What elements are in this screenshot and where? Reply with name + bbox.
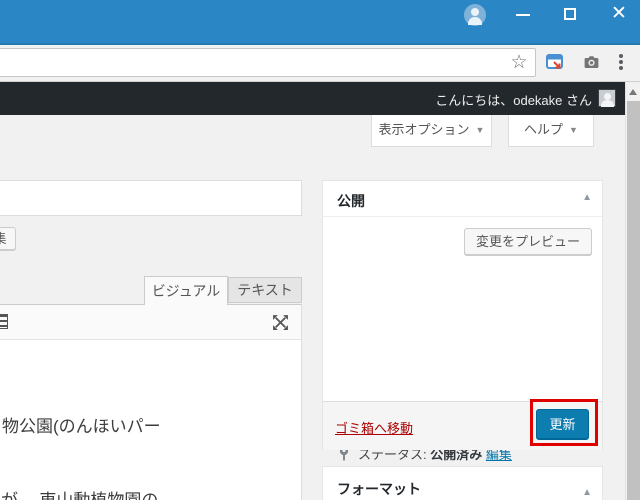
- collapse-triangle-icon[interactable]: ▲: [582, 192, 592, 203]
- publish-panel-title: 公開: [337, 193, 365, 209]
- profile-icon-head: [471, 8, 479, 16]
- scrollbar-up-arrow-icon[interactable]: [629, 89, 637, 95]
- tab-visual[interactable]: ビジュアル: [144, 276, 228, 305]
- collapse-triangle-icon[interactable]: ▲: [582, 487, 592, 498]
- editor-text-line: たが、 東山動植物園の: [0, 486, 158, 500]
- publish-panel-header[interactable]: 公開 ▲: [323, 181, 602, 217]
- os-titlebar: ✕: [0, 0, 640, 45]
- close-button[interactable]: ✕: [608, 3, 630, 25]
- fullscreen-expand-icon[interactable]: [272, 314, 289, 331]
- permalink-edit-button[interactable]: 集: [0, 227, 16, 250]
- format-panel: フォーマット ▲: [322, 466, 603, 500]
- chevron-down-icon: ▼: [475, 125, 485, 135]
- avatar-head: [604, 93, 611, 100]
- screen: ✕ ☆ こんにちは、odekake さん 表示オプション ▼ ヘルプ ▼ ビジュ…: [0, 0, 640, 500]
- chevron-down-icon: ▼: [569, 125, 578, 135]
- page-scrollbar[interactable]: [625, 82, 640, 500]
- address-bar[interactable]: ☆: [0, 48, 536, 77]
- editor-text-line: 物公園(のんほいパー: [2, 417, 161, 436]
- profile-icon-body: [468, 17, 482, 25]
- browser-menu-icon[interactable]: [618, 54, 624, 72]
- help-label: ヘルプ: [524, 122, 564, 137]
- update-button[interactable]: 更新: [536, 409, 589, 440]
- scrollbar-thumb[interactable]: [627, 101, 640, 500]
- post-title-input[interactable]: [0, 180, 302, 216]
- extension-icon[interactable]: [546, 54, 563, 71]
- move-to-trash-link[interactable]: ゴミ箱へ移動: [335, 418, 413, 437]
- wp-admin-bar: こんにちは、odekake さん: [0, 82, 625, 115]
- screen-options-button[interactable]: 表示オプション ▼: [371, 115, 492, 147]
- avatar[interactable]: [598, 89, 616, 107]
- help-button[interactable]: ヘルプ ▼: [508, 115, 594, 147]
- format-panel-title: フォーマット: [337, 481, 421, 497]
- editor-content-area[interactable]: 物公園(のんほいパー たが、 東山動植物園の: [0, 340, 302, 500]
- admin-greeting[interactable]: こんにちは、odekake さん: [435, 90, 592, 109]
- browser-toolbar: ☆: [0, 47, 640, 82]
- toolbar-toggle-icon[interactable]: [0, 314, 8, 329]
- maximize-button[interactable]: [564, 8, 576, 20]
- browser-profile-icon[interactable]: [464, 4, 486, 26]
- tab-text[interactable]: テキスト: [228, 277, 302, 303]
- format-panel-header[interactable]: フォーマット ▲: [323, 467, 602, 500]
- editor-toolbar: [0, 304, 302, 340]
- bookmark-star-icon[interactable]: ☆: [507, 51, 531, 75]
- camera-icon[interactable]: [583, 54, 600, 71]
- publish-panel: 公開 ▲ 変更をプレビュー ステータス: 公開済み 編集 公開状態: 公開 編集…: [322, 180, 603, 496]
- preview-changes-button[interactable]: 変更をプレビュー: [463, 228, 592, 255]
- publishing-actions-footer: ゴミ箱へ移動 更新: [323, 401, 602, 450]
- screen-options-label: 表示オプション: [378, 122, 470, 137]
- minimize-button[interactable]: [516, 14, 530, 16]
- avatar-body: [601, 100, 614, 107]
